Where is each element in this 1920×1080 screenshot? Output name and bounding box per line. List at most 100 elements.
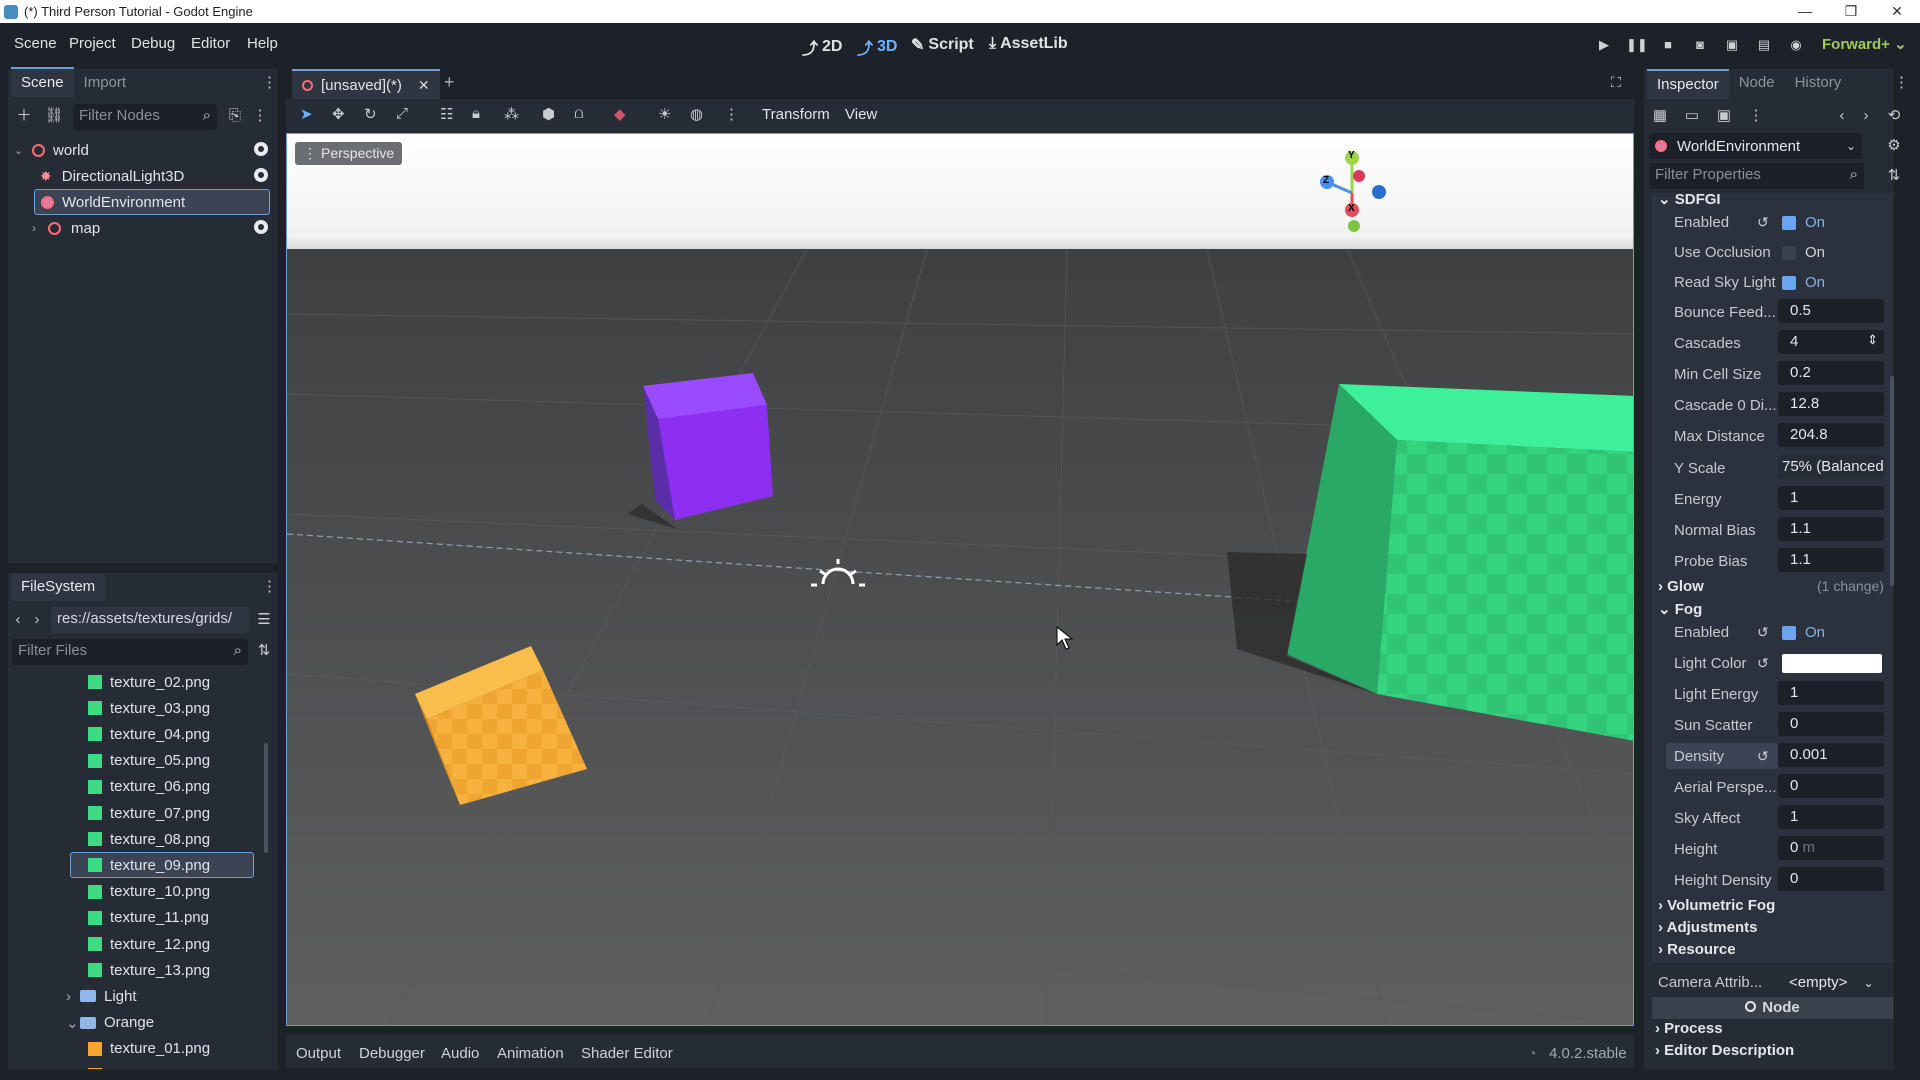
local-space-icon[interactable]: ⬢ [542, 105, 555, 123]
height-field[interactable]: 0 m [1778, 836, 1884, 860]
camera-override-icon[interactable]: ◆ [614, 105, 626, 123]
extra-options-icon[interactable]: ⋮ [1745, 105, 1767, 127]
tree-item-worldenvironment[interactable]: WorldEnvironment [34, 189, 270, 215]
play-icon[interactable]: ▶ [1594, 35, 1614, 55]
move-tool-icon[interactable]: ✥ [332, 105, 345, 123]
select-tool-icon[interactable]: ➤ [300, 105, 313, 123]
folder-item[interactable]: › Light [8, 983, 254, 1009]
probe-bias-field[interactable]: 1.1 [1778, 548, 1884, 572]
sun-preview-icon[interactable]: ☀ [658, 105, 671, 123]
view-menu[interactable]: View [845, 106, 877, 123]
scene-menu-icon[interactable]: ⋮ [249, 105, 271, 127]
object-properties-icon[interactable]: ⚙ [1883, 135, 1905, 157]
filter-nodes-input[interactable]: Filter Nodes ⌕ [73, 104, 217, 130]
file-item[interactable]: texture_12.png [8, 931, 254, 957]
tab-shader-editor[interactable]: Shader Editor [581, 1045, 673, 1062]
tab-history[interactable]: History [1785, 69, 1852, 99]
file-item[interactable]: texture_09.png [70, 852, 254, 879]
minimize-button[interactable]: — [1782, 0, 1828, 23]
file-item[interactable]: texture_08.png [8, 826, 254, 852]
section-editor-description[interactable]: › Editor Description [1655, 1042, 1794, 1059]
visibility-eye-icon[interactable] [254, 220, 268, 234]
normal-bias-field[interactable]: 1.1 [1778, 517, 1884, 541]
more-options-icon[interactable]: ⋮ [724, 105, 739, 123]
mode-assetlib-button[interactable]: ⤓ AssetLib [989, 35, 1068, 53]
cascades-field[interactable]: 4 ⇕ [1778, 330, 1884, 354]
dock-menu-icon[interactable]: ⋮ [1894, 72, 1909, 94]
tab-inspector[interactable]: Inspector [1647, 69, 1729, 99]
file-item[interactable]: texture_13.png [8, 957, 254, 983]
perspective-menu[interactable]: ⋮ Perspective [295, 142, 403, 165]
section-glow[interactable]: › Glow [1658, 578, 1704, 595]
dock-menu-icon[interactable]: ⋮ [262, 576, 277, 598]
tab-import[interactable]: Import [74, 69, 137, 97]
section-process[interactable]: › Process [1655, 1020, 1723, 1037]
fog-enabled-checkbox[interactable] [1782, 626, 1796, 640]
y-scale-select[interactable]: 75% (Balanced) [1778, 455, 1884, 479]
tab-scene[interactable]: Scene [11, 67, 74, 97]
list-select-icon[interactable]: ☷ [440, 105, 453, 123]
dock-menu-icon[interactable]: ⋮ [262, 72, 277, 94]
energy-field[interactable]: 1 [1778, 486, 1884, 510]
split-view-icon[interactable]: ☰ [253, 609, 275, 631]
orientation-gizmo[interactable]: Y Z X [1307, 148, 1397, 238]
menu-scene[interactable]: Scene [14, 35, 57, 52]
use-occlusion-checkbox[interactable] [1782, 246, 1796, 260]
3d-viewport[interactable]: ⋮ Perspective Y Z X [286, 133, 1634, 1026]
history-forward-icon[interactable]: › [1855, 105, 1877, 127]
file-item[interactable]: texture_10.png [8, 879, 254, 905]
density-field[interactable]: 0.001 [1778, 743, 1884, 767]
read-sky-light-checkbox[interactable] [1782, 276, 1796, 290]
bounce-feedback-field[interactable]: 0.5 [1778, 299, 1884, 323]
transform-menu[interactable]: Transform [762, 106, 830, 123]
file-item[interactable]: texture_02.png [8, 1062, 254, 1069]
filter-properties-input[interactable]: Filter Properties ⌕ [1649, 163, 1864, 189]
min-cell-size-field[interactable]: 0.2 [1778, 361, 1884, 385]
play-scene-icon[interactable]: ▣ [1722, 35, 1742, 55]
snap-icon[interactable]: ⩍ [574, 105, 584, 122]
inspector-scrollbar[interactable] [1890, 376, 1894, 586]
object-history-icon[interactable]: ⟲ [1883, 105, 1905, 127]
file-item[interactable]: texture_02.png [8, 669, 254, 695]
add-tab-icon[interactable]: + [444, 72, 455, 93]
sdfgi-enabled-checkbox[interactable] [1782, 216, 1796, 230]
lock-icon[interactable]: 🔒︎ [472, 105, 480, 122]
path-field[interactable]: res://assets/textures/grids/ [51, 607, 249, 633]
tab-audio[interactable]: Audio [441, 1045, 479, 1062]
rotate-tool-icon[interactable]: ↻ [364, 105, 377, 123]
group-icon[interactable]: ⁂ [504, 105, 519, 123]
pause-icon[interactable]: ❚❚ [1626, 35, 1648, 55]
attach-script-icon[interactable]: ⎘ [224, 105, 246, 127]
tree-item-world[interactable]: ⌄ world [8, 137, 278, 163]
menu-project[interactable]: Project [69, 35, 116, 52]
mode-script-button[interactable]: ✎ Script [911, 35, 974, 55]
back-icon[interactable]: ‹ [11, 609, 25, 631]
remote-debug-icon[interactable]: ◙ [1690, 35, 1710, 55]
menu-editor[interactable]: Editor [191, 35, 230, 52]
max-distance-field[interactable]: 204.8 [1778, 423, 1884, 447]
revert-icon[interactable]: ↺ [1757, 655, 1769, 672]
file-item[interactable]: texture_06.png [8, 774, 254, 800]
add-node-icon[interactable]: ＋ [13, 105, 35, 127]
maximize-button[interactable]: ❐ [1828, 0, 1874, 23]
tab-animation[interactable]: Animation [497, 1045, 564, 1062]
light-energy-field[interactable]: 1 [1778, 681, 1884, 705]
save-icon[interactable]: ▣ [1713, 105, 1735, 127]
aerial-perspective-field[interactable]: 0 [1778, 774, 1884, 798]
visibility-eye-icon[interactable] [254, 168, 268, 182]
menu-debug[interactable]: Debug [131, 35, 175, 52]
filesystem-scrollbar[interactable] [264, 743, 268, 853]
section-sdfgi[interactable]: ⌄ SDFGI [1658, 190, 1721, 208]
scale-tool-icon[interactable]: ⤢ [396, 105, 408, 122]
height-density-field[interactable]: 0 [1778, 867, 1884, 891]
folder-item[interactable]: ⌄ Orange [8, 1010, 254, 1036]
environment-preview-icon[interactable]: ◍ [690, 105, 703, 123]
tab-filesystem[interactable]: FileSystem [11, 573, 106, 601]
scene-tab-unsaved[interactable]: [unsaved](*) ✕ [292, 69, 440, 99]
movie-maker-icon[interactable]: ◉ [1786, 35, 1806, 55]
forward-icon[interactable]: › [30, 609, 44, 631]
sort-icon[interactable]: ⇅ [253, 640, 275, 662]
chevron-right-icon[interactable]: › [66, 988, 80, 1005]
revert-icon[interactable]: ↺ [1757, 748, 1769, 765]
menu-help[interactable]: Help [247, 35, 278, 52]
